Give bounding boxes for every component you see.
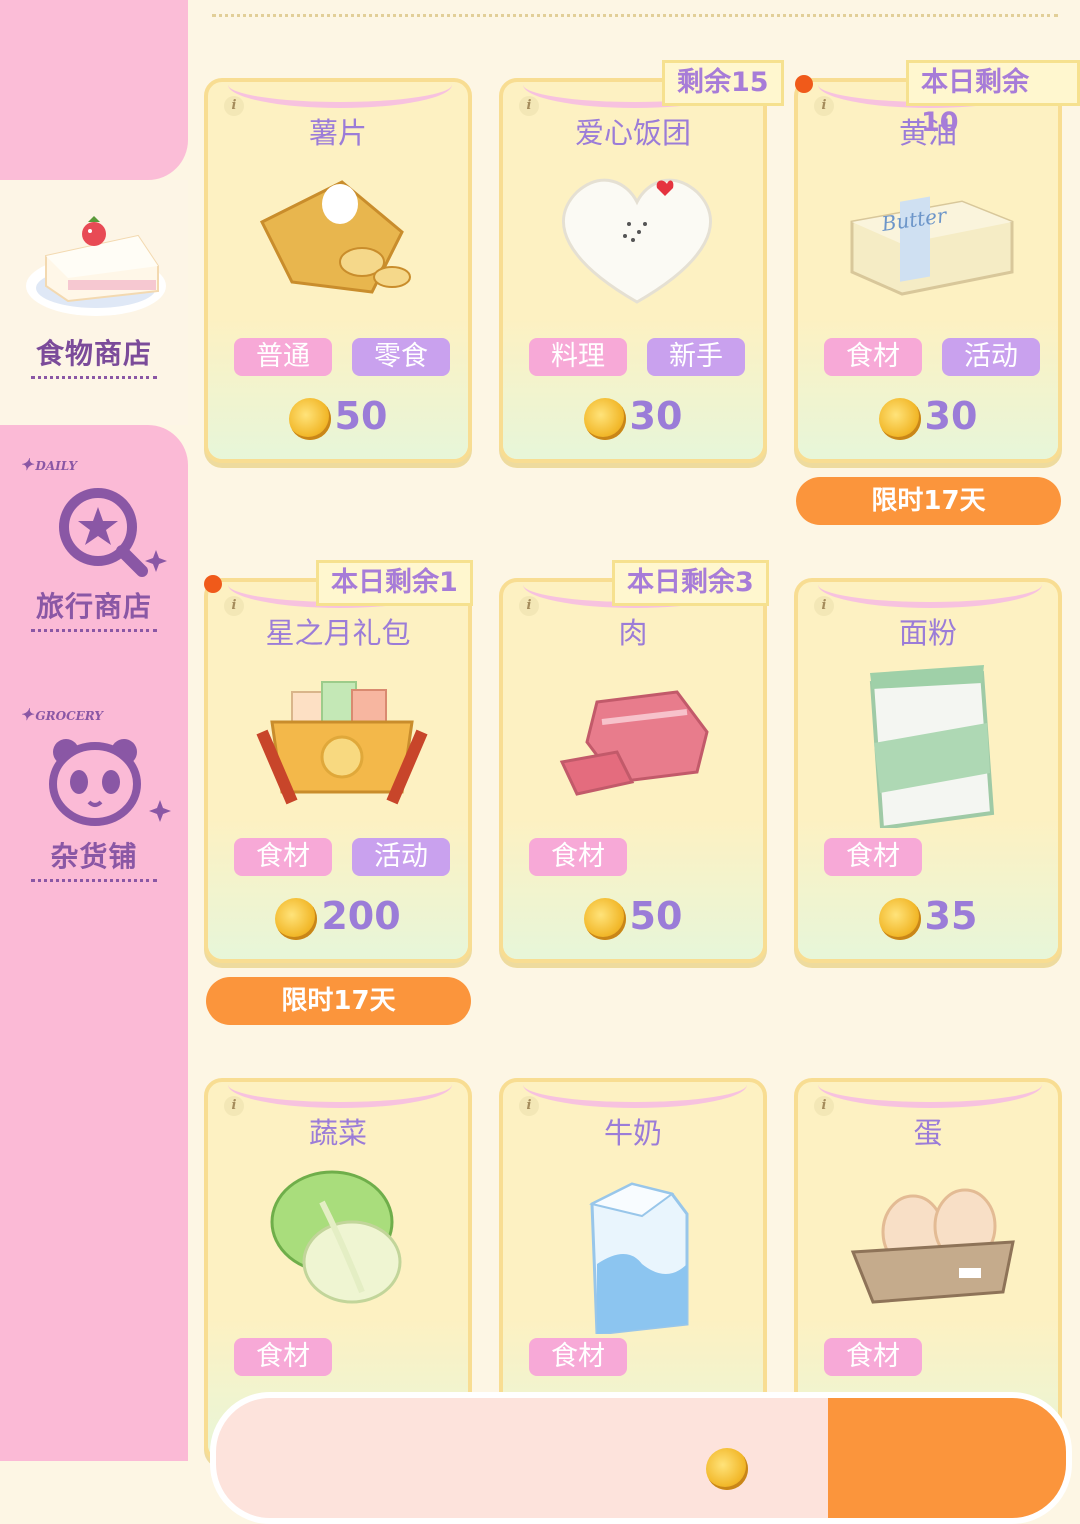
tag-label: 食材 — [824, 838, 922, 876]
notification-dot — [795, 75, 813, 93]
product-card-flour[interactable]: i 面粉 食材 35 — [794, 578, 1062, 963]
product-name: 蔬菜 — [308, 1116, 367, 1150]
product-name: 薯片 — [308, 116, 367, 150]
notification-dot — [204, 575, 222, 593]
product-name: 星之月礼包 — [265, 616, 411, 650]
sidebar-item-grocery[interactable]: 杂货铺 — [0, 835, 188, 882]
gift-box-icon — [256, 681, 428, 805]
sidebar-item-food-shop[interactable]: 食物商店 — [0, 180, 188, 425]
stock-badge: 剩余15 — [662, 60, 784, 106]
cake-icon — [26, 216, 166, 316]
flour-bag-icon — [869, 665, 995, 828]
cart-bar[interactable] — [210, 1392, 1072, 1524]
cabbage-icon — [270, 1170, 402, 1304]
daily-tag: ✦ DAILY — [20, 455, 77, 474]
stock-badge: 本日剩余3 — [612, 560, 769, 606]
divider — [31, 879, 157, 882]
stock-badge: 本日剩余10 — [906, 60, 1080, 138]
ribbon-decoration — [523, 1082, 747, 1108]
egg-carton-icon — [850, 1188, 1015, 1304]
product-card-gift-pack[interactable]: i 星之月礼包 食材 活动 200 — [204, 578, 472, 963]
tag-label: 普通 — [234, 338, 332, 376]
price: 35 — [798, 894, 1058, 940]
sidebar-top-panel — [0, 0, 188, 180]
coin-icon — [706, 1448, 748, 1490]
coin-icon — [583, 897, 626, 940]
tag-label: 新手 — [647, 338, 745, 376]
tag-label: 食材 — [234, 1338, 332, 1376]
product-card-chips[interactable]: i 薯片 普通 零食 50 — [204, 78, 472, 463]
tag-label: 食材 — [234, 838, 332, 876]
magnifier-star-icon[interactable] — [46, 475, 176, 585]
milk-carton-icon — [589, 1182, 689, 1334]
sidebar-label-travel-shop: 旅行商店 — [35, 590, 152, 623]
product-card-meat[interactable]: i 肉 食材 50 — [499, 578, 767, 963]
stock-badge: 本日剩余1 — [316, 560, 473, 606]
grocery-tag: ✦ GROCERY — [20, 705, 103, 724]
coin-icon — [288, 397, 331, 440]
shop-sidebar: 食物商店 ✦ DAILY 旅行商店 ✦ GROCERY 杂货铺 — [0, 0, 188, 1461]
limited-time-badge: 限时17天 — [796, 477, 1061, 525]
checkout-button[interactable] — [828, 1398, 1066, 1518]
product-name: 面粉 — [898, 616, 957, 650]
price: 50 — [208, 394, 468, 440]
sidebar-label-grocery: 杂货铺 — [50, 840, 138, 873]
coin-icon — [275, 897, 318, 940]
price: 30 — [798, 394, 1058, 440]
price: 30 — [503, 394, 763, 440]
price: 200 — [208, 894, 468, 940]
sidebar-label-food-shop: 食物商店 — [35, 337, 152, 370]
coin-icon — [878, 897, 921, 940]
price: 50 — [503, 894, 763, 940]
tag-label: 活动 — [942, 338, 1040, 376]
ribbon-decoration — [228, 1082, 452, 1108]
coin-icon — [878, 397, 921, 440]
ribbon-decoration — [818, 1082, 1042, 1108]
product-name: 蛋 — [913, 1116, 943, 1150]
ribbon-decoration — [818, 582, 1042, 608]
tag-label: 零食 — [352, 338, 450, 376]
panda-icon[interactable] — [44, 730, 184, 840]
heart-rice-ball-icon — [562, 178, 712, 304]
coin-icon — [583, 397, 626, 440]
sidebar-bottom-panel: ✦ DAILY 旅行商店 ✦ GROCERY 杂货铺 — [0, 425, 188, 1461]
tag-label: 食材 — [824, 338, 922, 376]
tag-label: 食材 — [529, 1338, 627, 1376]
product-name: 牛奶 — [603, 1116, 662, 1150]
product-card-rice-ball[interactable]: i 爱心饭团 料理 新手 30 — [499, 78, 767, 463]
ribbon-decoration — [228, 82, 452, 108]
top-divider — [212, 14, 1058, 17]
chips-bag-icon — [259, 180, 411, 294]
tag-label: 食材 — [529, 838, 627, 876]
tag-label: 料理 — [529, 338, 627, 376]
product-name: 爱心饭团 — [574, 116, 691, 150]
divider — [31, 376, 157, 379]
limited-time-badge: 限时17天 — [206, 977, 471, 1025]
butter-icon: Butter — [850, 196, 1014, 296]
product-name: 肉 — [618, 616, 648, 650]
divider — [31, 629, 157, 632]
tag-label: 食材 — [824, 1338, 922, 1376]
meat-icon — [559, 690, 709, 796]
tag-label: 活动 — [352, 838, 450, 876]
sidebar-item-travel-shop[interactable]: 旅行商店 — [0, 585, 188, 632]
